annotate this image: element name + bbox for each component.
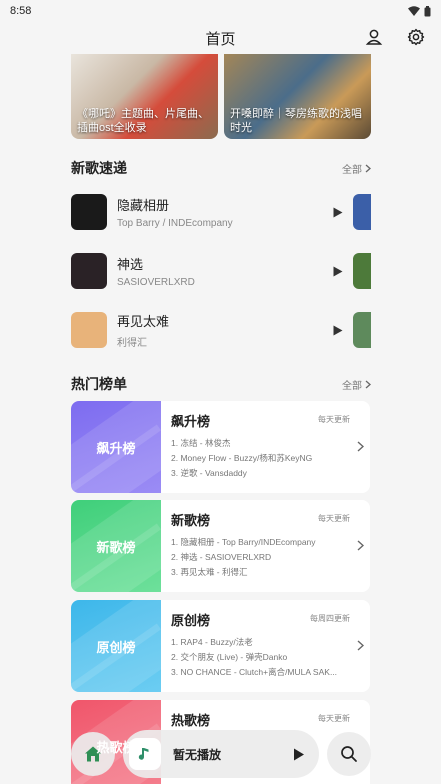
chart-track: 2. 神选 - SASIOVERLXRD: [171, 552, 272, 562]
chart-card[interactable]: 新歌榜 新歌榜 每天更新 1. 隐藏相册 - Top Barry/INDEcompan…: [71, 500, 370, 592]
song-row[interactable]: 再见太难 利得汇: [71, 311, 371, 349]
page-title: 首页: [205, 30, 236, 48]
chart-body: 新歌榜 每天更新 1. 隐藏相册 - Top Barry/INDEcompany 2.…: [161, 500, 370, 592]
chart-card[interactable]: 飙升榜 飙升榜 每天更新 1. 冻结 - 林俊杰 2. Money Flow - Buz…: [71, 401, 370, 493]
song-info: 隐藏相册 Top Barry / INDEcompany: [117, 195, 329, 229]
more-label: 全部: [342, 164, 362, 176]
battery-icon: [424, 5, 431, 16]
chart-card[interactable]: 原创榜 原创榜 每周四更新 1. RAP4 - Buzzy/法老 2. 交个朋友 (Li…: [71, 600, 370, 692]
banner-card[interactable]: 开嗓即醉｜琴房练歌的浅唱时光: [224, 54, 371, 139]
chart-track: 1. 隐藏相册 - Top Barry/INDEcompany: [171, 537, 316, 547]
status-bar: 8:58: [0, 0, 441, 22]
user-icon: [365, 29, 383, 45]
banner-caption: 开嗓即醉｜琴房练歌的浅唱时光: [230, 108, 362, 134]
user-button[interactable]: [363, 26, 385, 48]
chevron-right-icon: [365, 380, 371, 388]
chart-cover: 飙升榜: [71, 401, 161, 493]
play-icon: [333, 207, 343, 217]
section-title: 热门榜单: [71, 376, 127, 392]
song-cover: [71, 194, 107, 230]
song-artist: 利得汇: [117, 338, 147, 349]
chart-track-list: 1. RAP4 - Buzzy/法老 2. 交个朋友 (Live) - 弹壳Dan…: [171, 635, 362, 680]
song-artist: SASIOVERLXRD: [117, 277, 195, 288]
mini-player[interactable]: 暂无播放: [123, 730, 319, 778]
more-label: 全部: [342, 380, 362, 392]
song-play-button[interactable]: [329, 262, 347, 280]
chart-track: 3. NO CHANCE - Clutch+离合/MULA SAK...: [171, 667, 338, 677]
song-title: 隐藏相册: [117, 198, 170, 213]
chart-track: 3. 逆歌 - Vansdaddy: [171, 468, 247, 478]
chart-cover-label: 原创榜: [96, 639, 136, 655]
song-row[interactable]: 隐藏相册 Top Barry / INDEcompany: [71, 193, 371, 231]
song-play-button[interactable]: [329, 321, 347, 339]
search-button[interactable]: [327, 732, 371, 776]
song-play-button[interactable]: [329, 203, 347, 221]
play-icon: [333, 266, 343, 276]
chart-cover: 原创榜: [71, 600, 161, 692]
song-cover: [71, 253, 107, 289]
chart-update-frequency: 每天更新: [318, 514, 350, 523]
chart-update-frequency: 每周四更新: [310, 614, 350, 623]
search-icon: [341, 746, 357, 762]
chart-track: 1. RAP4 - Buzzy/法老: [171, 637, 253, 647]
banner-card[interactable]: 《哪吒》主题曲、片尾曲、插曲ost全收录: [71, 54, 218, 139]
chart-track: 2. Money Flow - Buzzy/杨和苏KeyNG: [171, 453, 313, 463]
play-icon: [294, 748, 304, 760]
wifi-icon: [408, 6, 420, 16]
chevron-right-icon: [365, 164, 371, 172]
chevron-right-icon: [357, 638, 365, 656]
chevron-right-icon: [357, 439, 365, 457]
chart-update-frequency: 每天更新: [318, 714, 350, 723]
music-note-icon: [138, 748, 149, 760]
chart-cover-label: 飙升榜: [96, 440, 136, 456]
song-title: 再见太难: [117, 314, 170, 329]
next-song-cover-peek[interactable]: [353, 194, 371, 230]
chart-track: 1. 冻结 - 林俊杰: [171, 438, 231, 448]
chart-track: 2. 交个朋友 (Live) - 弹壳Danko: [171, 652, 288, 662]
chart-body: 飙升榜 每天更新 1. 冻结 - 林俊杰 2. Money Flow - Buzzy/…: [161, 401, 370, 493]
status-time: 8:58: [10, 5, 32, 17]
chevron-right-icon: [357, 538, 365, 556]
new-songs-more-link[interactable]: 全部: [342, 161, 371, 176]
player-status: 暂无播放: [173, 747, 222, 762]
chart-cover-label: 新歌榜: [96, 539, 136, 555]
gear-icon: [407, 28, 425, 46]
status-icons: [408, 5, 431, 17]
chart-update-frequency: 每天更新: [318, 415, 350, 424]
chart-track-list: 1. 冻结 - 林俊杰 2. Money Flow - Buzzy/杨和苏KeyN…: [171, 436, 362, 481]
banner-carousel[interactable]: 《哪吒》主题曲、片尾曲、插曲ost全收录 开嗓即醉｜琴房练歌的浅唱时光: [71, 54, 371, 139]
song-info: 再见太难 利得汇: [117, 311, 329, 349]
settings-button[interactable]: [405, 26, 427, 48]
chart-cover: 新歌榜: [71, 500, 161, 592]
song-cover: [71, 312, 107, 348]
charts-header: 热门榜单 全部: [71, 374, 371, 394]
song-row[interactable]: 神选 SASIOVERLXRD: [71, 252, 371, 290]
chart-track: 3. 再见太难 - 利得汇: [171, 567, 248, 577]
next-song-cover-peek[interactable]: [353, 253, 371, 289]
song-info: 神选 SASIOVERLXRD: [117, 254, 329, 288]
chart-track-list: 1. 隐藏相册 - Top Barry/INDEcompany 2. 神选 - S…: [171, 535, 362, 580]
play-icon: [333, 325, 343, 335]
chart-body: 原创榜 每周四更新 1. RAP4 - Buzzy/法老 2. 交个朋友 (Live)…: [161, 600, 370, 692]
banner-caption: 《哪吒》主题曲、片尾曲、插曲ost全收录: [77, 108, 209, 134]
chart-cover-label: 热歌榜: [96, 739, 136, 755]
play-button[interactable]: [289, 744, 309, 764]
section-title: 新歌速递: [71, 160, 127, 176]
charts-more-link[interactable]: 全部: [342, 377, 371, 392]
app-header: 首页: [0, 22, 441, 54]
new-songs-header: 新歌速递 全部: [71, 158, 371, 178]
song-artist: Top Barry / INDEcompany: [117, 218, 233, 229]
next-song-cover-peek[interactable]: [353, 312, 371, 348]
song-title: 神选: [117, 257, 144, 272]
